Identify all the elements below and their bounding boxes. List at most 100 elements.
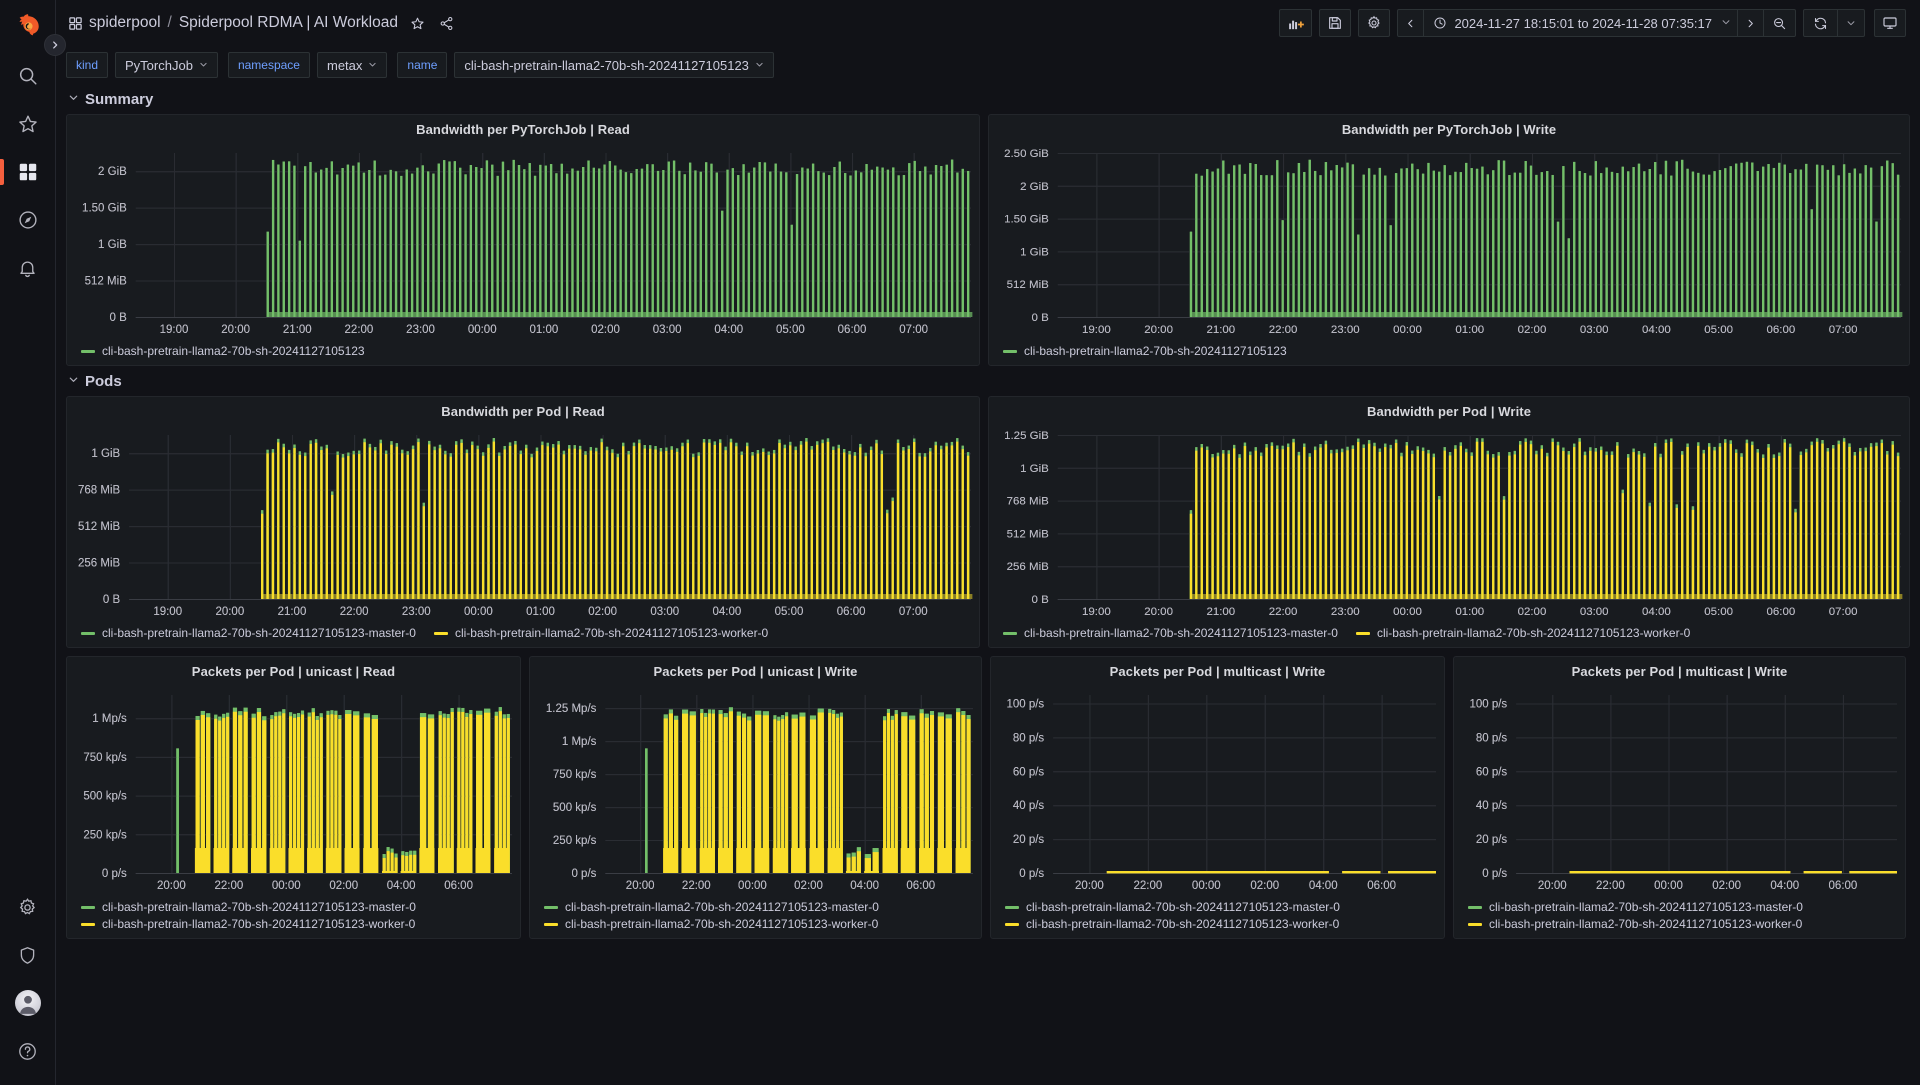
svg-text:07:00: 07:00 <box>899 324 928 336</box>
svg-text:0 p/s: 0 p/s <box>571 868 596 880</box>
chart-svg: 0 B256 MiB512 MiB768 MiB1 GiB19:0020:002… <box>67 421 979 623</box>
panel-legend: cli-bash-pretrain-llama2-70b-sh-20241127… <box>530 897 981 938</box>
variable-name-select[interactable]: cli-bash-pretrain-llama2-70b-sh-20241127… <box>454 52 774 78</box>
panel-title: Bandwidth per PyTorchJob | Write <box>989 115 1909 139</box>
svg-text:22:00: 22:00 <box>1133 880 1162 892</box>
search-icon[interactable] <box>0 52 56 100</box>
legend-swatch <box>81 350 95 353</box>
svg-text:23:00: 23:00 <box>1331 606 1360 618</box>
panel-legend: cli-bash-pretrain-llama2-70b-sh-20241127… <box>991 897 1444 938</box>
svg-text:256 MiB: 256 MiB <box>78 558 121 570</box>
legend-swatch <box>1468 906 1482 909</box>
legend-item[interactable]: cli-bash-pretrain-llama2-70b-sh-20241127… <box>1003 626 1338 640</box>
svg-text:80 p/s: 80 p/s <box>1476 732 1508 744</box>
legend-item[interactable]: cli-bash-pretrain-llama2-70b-sh-20241127… <box>1005 900 1444 914</box>
legend-item[interactable]: cli-bash-pretrain-llama2-70b-sh-20241127… <box>81 626 416 640</box>
svg-text:20:00: 20:00 <box>157 880 186 892</box>
legend-label: cli-bash-pretrain-llama2-70b-sh-20241127… <box>565 900 879 914</box>
variable-kind: kind PyTorchJob <box>66 52 218 78</box>
legend-swatch <box>544 923 558 926</box>
dashboard-canvas: Summary Bandwidth per PyTorchJob | Read … <box>56 84 1920 1085</box>
legend-item[interactable]: cli-bash-pretrain-llama2-70b-sh-20241127… <box>434 626 768 640</box>
variable-kind-value: PyTorchJob <box>125 58 193 73</box>
time-range-button[interactable]: 2024-11-27 18:15:01 to 2024-11-28 07:35:… <box>1424 10 1737 36</box>
legend-item[interactable]: cli-bash-pretrain-llama2-70b-sh-20241127… <box>544 900 981 914</box>
legend-item[interactable]: cli-bash-pretrain-llama2-70b-sh-20241127… <box>1468 917 1905 931</box>
plot-area[interactable]: 0 p/s250 kp/s500 kp/s750 kp/s1 Mp/s20:00… <box>67 681 520 897</box>
chart-svg: 0 B256 MiB512 MiB768 MiB1 GiB1.25 GiB19:… <box>989 421 1909 623</box>
share-nodes-icon[interactable] <box>439 16 454 31</box>
plot-area[interactable]: 0 B256 MiB512 MiB768 MiB1 GiB19:0020:002… <box>67 421 979 623</box>
panel-legend: cli-bash-pretrain-llama2-70b-sh-20241127… <box>989 623 1909 647</box>
variable-namespace: namespace metax <box>228 52 387 78</box>
plot-area[interactable]: 0 p/s20 p/s40 p/s60 p/s80 p/s100 p/s20:0… <box>991 681 1444 897</box>
svg-text:07:00: 07:00 <box>1829 324 1858 336</box>
expand-nav-button[interactable] <box>44 34 66 56</box>
svg-text:0 p/s: 0 p/s <box>1019 868 1044 880</box>
svg-text:20:00: 20:00 <box>1144 606 1173 618</box>
svg-text:02:00: 02:00 <box>1250 880 1279 892</box>
plot-area[interactable]: 0 p/s20 p/s40 p/s60 p/s80 p/s100 p/s20:0… <box>1454 681 1905 897</box>
compass-icon[interactable] <box>0 196 56 244</box>
add-panel-icon[interactable] <box>1279 9 1312 37</box>
svg-text:1 Mp/s: 1 Mp/s <box>562 736 597 748</box>
variable-namespace-select[interactable]: metax <box>317 52 387 78</box>
legend-item[interactable]: cli-bash-pretrain-llama2-70b-sh-20241127… <box>81 900 520 914</box>
chart-svg: 0 B512 MiB1 GiB1.50 GiB2 GiB19:0020:0021… <box>67 139 979 341</box>
plot-area[interactable]: 0 B512 MiB1 GiB1.50 GiB2 GiB2.50 GiB19:0… <box>989 139 1909 341</box>
panel-bandwidth-per-pod-write: Bandwidth per Pod | Write 0 B256 MiB512 … <box>988 396 1910 648</box>
svg-text:1.25 GiB: 1.25 GiB <box>1004 430 1049 442</box>
legend-label: cli-bash-pretrain-llama2-70b-sh-20241127… <box>102 626 416 640</box>
zoom-out-icon[interactable] <box>1764 10 1795 36</box>
gear-icon[interactable] <box>0 883 56 931</box>
legend-item[interactable]: cli-bash-pretrain-llama2-70b-sh-20241127… <box>544 917 981 931</box>
legend-item[interactable]: cli-bash-pretrain-llama2-70b-sh-20241127… <box>1003 344 1287 358</box>
legend-item[interactable]: cli-bash-pretrain-llama2-70b-sh-20241127… <box>81 917 520 931</box>
svg-text:05:00: 05:00 <box>1704 324 1733 336</box>
legend-swatch <box>1005 923 1019 926</box>
star-icon[interactable] <box>0 100 56 148</box>
svg-text:06:00: 06:00 <box>444 880 473 892</box>
svg-text:22:00: 22:00 <box>682 880 711 892</box>
tv-mode-monitor-icon[interactable] <box>1874 9 1906 37</box>
svg-text:60 p/s: 60 p/s <box>1013 766 1045 778</box>
legend-item[interactable]: cli-bash-pretrain-llama2-70b-sh-20241127… <box>81 344 365 358</box>
svg-text:20 p/s: 20 p/s <box>1013 834 1045 846</box>
svg-text:06:00: 06:00 <box>906 880 935 892</box>
plot-area[interactable]: 0 B256 MiB512 MiB768 MiB1 GiB1.25 GiB19:… <box>989 421 1909 623</box>
chart-svg: 0 p/s20 p/s40 p/s60 p/s80 p/s100 p/s20:0… <box>1454 681 1905 897</box>
svg-text:20:00: 20:00 <box>215 606 244 618</box>
chevron-down-icon <box>368 60 377 71</box>
plot-area[interactable]: 0 B512 MiB1 GiB1.50 GiB2 GiB19:0020:0021… <box>67 139 979 341</box>
time-shift-forward-button[interactable] <box>1738 10 1763 36</box>
star-outline-icon[interactable] <box>410 16 425 31</box>
save-disk-icon[interactable] <box>1319 9 1351 37</box>
svg-text:04:00: 04:00 <box>1642 606 1671 618</box>
legend-item[interactable]: cli-bash-pretrain-llama2-70b-sh-20241127… <box>1005 917 1444 931</box>
svg-text:19:00: 19:00 <box>153 606 182 618</box>
variable-kind-select[interactable]: PyTorchJob <box>115 52 218 78</box>
breadcrumb-folder[interactable]: spiderpool <box>89 14 161 32</box>
bell-icon[interactable] <box>0 244 56 292</box>
variable-kind-label: kind <box>66 52 108 78</box>
svg-text:2 GiB: 2 GiB <box>1020 181 1049 193</box>
legend-label: cli-bash-pretrain-llama2-70b-sh-20241127… <box>1377 626 1690 640</box>
row-header-summary[interactable]: Summary <box>68 86 1910 112</box>
avatar[interactable] <box>0 979 56 1027</box>
svg-text:1.50 GiB: 1.50 GiB <box>82 203 127 215</box>
legend-item[interactable]: cli-bash-pretrain-llama2-70b-sh-20241127… <box>1356 626 1690 640</box>
question-circle-icon[interactable] <box>0 1027 56 1075</box>
svg-text:07:00: 07:00 <box>899 606 928 618</box>
dashboard-settings-gear-icon[interactable] <box>1358 9 1390 37</box>
row-header-pods[interactable]: Pods <box>68 368 1910 394</box>
legend-label: cli-bash-pretrain-llama2-70b-sh-20241127… <box>102 900 416 914</box>
refresh-interval-dropdown[interactable] <box>1838 10 1864 36</box>
variable-namespace-label: namespace <box>228 52 310 78</box>
sidebar-item-dashboards[interactable] <box>0 148 56 196</box>
shield-icon[interactable] <box>0 931 56 979</box>
refresh-icon[interactable] <box>1804 10 1837 36</box>
legend-item[interactable]: cli-bash-pretrain-llama2-70b-sh-20241127… <box>1468 900 1905 914</box>
plot-area[interactable]: 0 p/s250 kp/s500 kp/s750 kp/s1 Mp/s1.25 … <box>530 681 981 897</box>
time-shift-back-button[interactable] <box>1398 10 1423 36</box>
svg-text:100 p/s: 100 p/s <box>1006 698 1044 710</box>
